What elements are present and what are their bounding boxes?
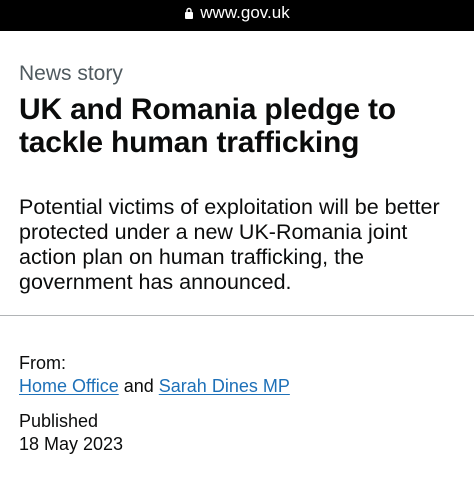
browser-address-bar[interactable]: www.gov.uk [0,0,474,31]
from-label: From: [19,353,66,373]
organisation-link[interactable]: Home Office [19,376,119,396]
url-text: www.gov.uk [200,3,290,22]
from-conjunction: and [123,376,154,396]
lock-icon [185,7,194,19]
from-links: Home Office and Sarah Dines MP [19,375,459,398]
person-link[interactable]: Sarah Dines MP [159,376,290,396]
published-label: Published [19,411,99,431]
url-display[interactable]: www.gov.uk [0,3,474,23]
article-summary: Potential victims of exploitation will b… [19,195,440,294]
published-date: 18 May 2023 [19,434,124,454]
article-metadata: From: Home Office and Sarah Dines MP Pub… [19,352,459,456]
page-title: UK and Romania pledge to tackle human tr… [19,93,396,159]
section-divider [0,315,474,316]
content-type-label: News story [19,62,123,85]
